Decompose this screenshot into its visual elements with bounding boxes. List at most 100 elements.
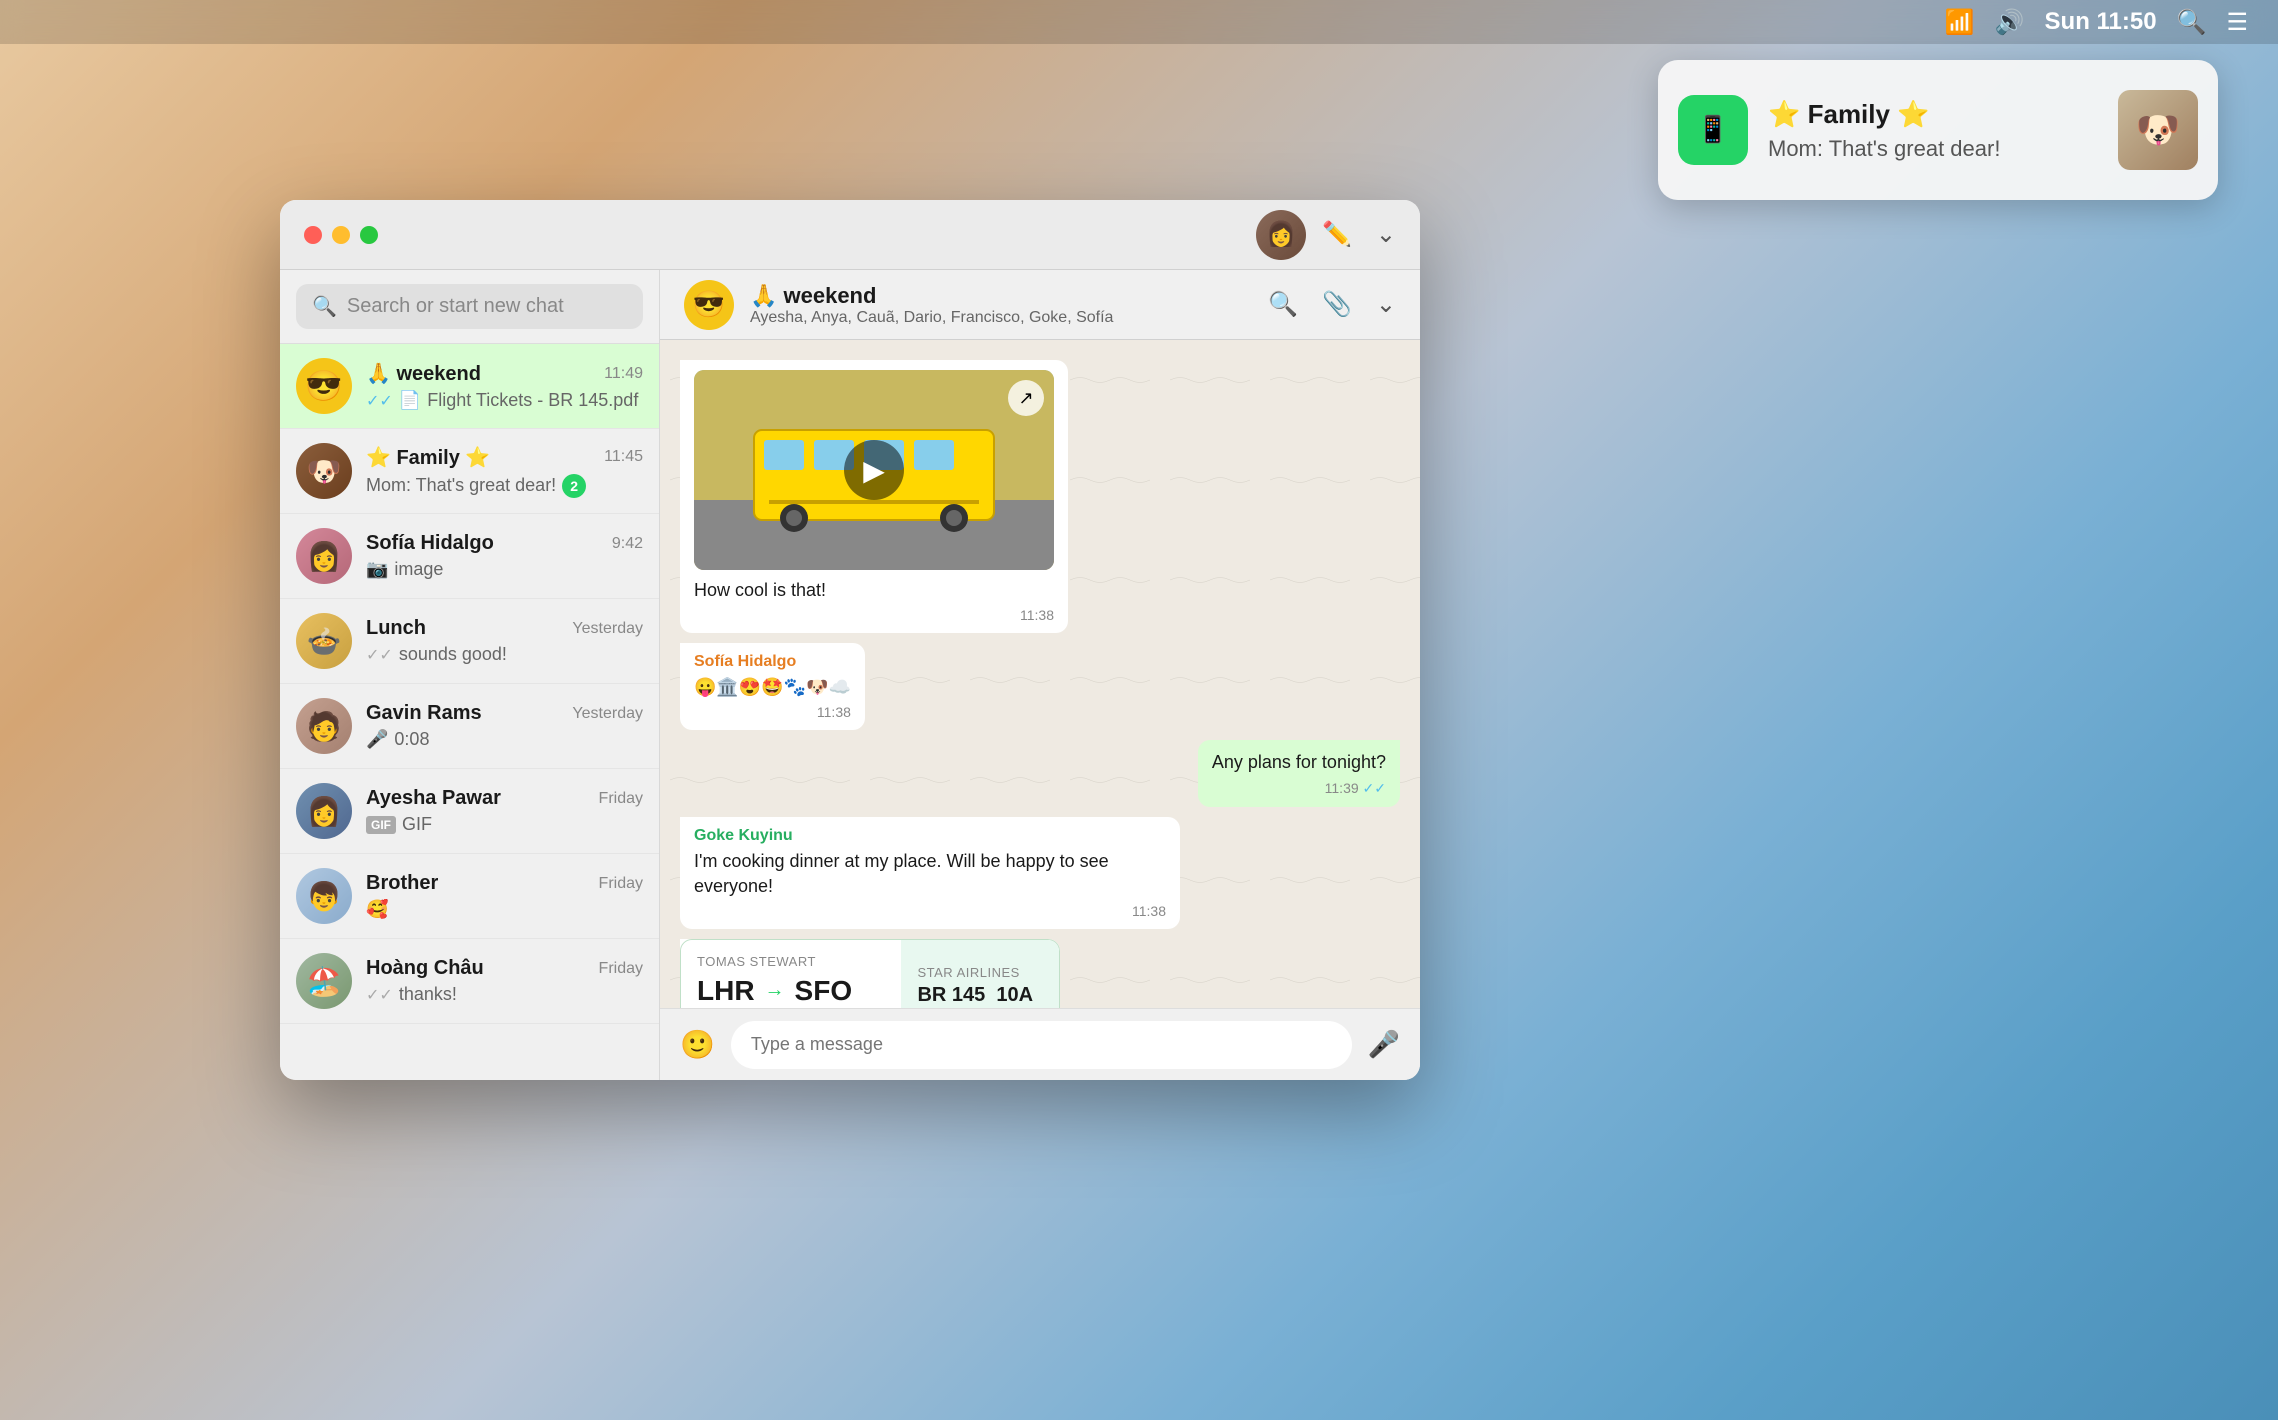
chat-time-ayesha: Friday [599,790,643,808]
message-outgoing: Any plans for tonight? 11:39 ✓✓ [680,740,1400,806]
chat-preview-weekend: ✓✓ 📄 Flight Tickets - BR 145.pdf [366,390,643,411]
sofia-sender: Sofía Hidalgo [694,653,851,671]
chat-header-info: 🙏 weekend Ayesha, Anya, Cauã, Dario, Fra… [750,283,1252,327]
video-time: 11:38 [694,607,1054,623]
goke-sender: Goke Kuyinu [694,827,1166,845]
chat-preview-family: Mom: That's great dear! 2 [366,474,643,498]
sofia-text: 😛🏛️😍🤩🐾🐶☁️ [694,675,851,700]
search-input-wrap[interactable]: 🔍 Search or start new chat [296,284,643,329]
notification-body: Mom: That's great dear! [1768,136,2098,162]
chat-info-sofia: Sofía Hidalgo 9:42 📷 image [366,532,643,580]
menubar-right: 📶 🔊 Sun 11:50 🔍 ☰ [1945,8,2248,37]
mic-icon: 🎤 [366,729,388,750]
sent-check-icon: ✓✓ [1363,780,1386,796]
menu-icon[interactable]: ☰ [2226,8,2248,37]
main-content: 🔍 Search or start new chat 😎 🙏 weekend 1… [280,270,1420,1080]
notification-image: 🐶 [2118,90,2198,170]
more-options-icon[interactable]: ⌄ [1376,290,1396,319]
minimize-button[interactable] [332,226,350,244]
compose-icon[interactable]: ✏️ [1322,220,1352,249]
video-thumbnail[interactable]: ▶ ↗ [694,370,1054,570]
chat-preview-hoang: ✓✓ thanks! [366,984,643,1005]
play-button[interactable]: ▶ [844,440,904,500]
ticket-airline: STAR AIRLINES [917,965,1019,980]
notification-title: ⭐ Family ⭐ [1768,99,2098,130]
chat-search-icon[interactable]: 🔍 [1268,290,1298,319]
preview-text-weekend: Flight Tickets - BR 145.pdf [427,390,638,411]
message-goke: Goke Kuyinu I'm cooking dinner at my pla… [680,817,1400,929]
ticket-bubble: TOMAS STEWART LHR → SFO 11:50 9:40 [680,939,1060,1008]
chat-info-lunch: Lunch Yesterday ✓✓ sounds good! [366,617,643,665]
volume-icon: 🔊 [1995,8,2025,37]
search-input[interactable]: Search or start new chat [347,295,564,318]
search-icon: 🔍 [312,294,337,319]
avatar-gavin: 🧑 [296,698,352,754]
chat-info-family: ⭐ Family ⭐ 11:45 Mom: That's great dear!… [366,445,643,498]
message-input[interactable] [731,1021,1352,1069]
chat-info-gavin: Gavin Rams Yesterday 🎤 0:08 [366,702,643,750]
preview-text-lunch: sounds good! [399,644,507,665]
outgoing-time: 11:39 ✓✓ [1212,780,1386,797]
menubar: 📶 🔊 Sun 11:50 🔍 ☰ [0,0,2278,44]
chat-time-weekend: 11:49 [604,365,643,383]
chat-item-sofia[interactable]: 👩 Sofía Hidalgo 9:42 📷 image [280,514,659,599]
chat-name-weekend: 🙏 weekend [366,361,481,386]
attachment-icon[interactable]: 📎 [1322,290,1352,319]
chat-header-name: 🙏 weekend [750,283,1252,309]
microphone-button[interactable]: 🎤 [1368,1029,1400,1060]
chat-item-family[interactable]: 🐶 ⭐ Family ⭐ 11:45 Mom: That's great dea… [280,429,659,514]
ticket-from: LHR [697,975,755,1007]
chat-time-family: 11:45 [604,448,643,466]
share-button[interactable]: ↗ [1008,380,1044,416]
sofia-time: 11:38 [694,704,851,720]
chat-item-hoang[interactable]: 🏖️ Hoàng Châu Friday ✓✓ thanks! [280,939,659,1024]
svg-text:📱: 📱 [1697,114,1729,144]
unread-badge-family: 2 [562,474,586,498]
double-check-gray-icon: ✓✓ [366,645,393,665]
chat-panel: 😎 🙏 weekend Ayesha, Anya, Cauã, Dario, F… [660,270,1420,1080]
chat-preview-ayesha: GIF GIF [366,814,643,835]
traffic-lights [304,226,378,244]
chat-item-weekend[interactable]: 😎 🙏 weekend 11:49 ✓✓ 📄 Flight Tickets - … [280,344,659,429]
avatar-lunch: 🍲 [296,613,352,669]
emoji-button[interactable]: 🙂 [680,1028,715,1061]
camera-icon: 📷 [366,559,388,580]
search-menu-icon[interactable]: 🔍 [2177,8,2207,37]
ticket-route: LHR → SFO [697,975,885,1007]
chat-item-brother[interactable]: 👦 Brother Friday 🥰 [280,854,659,939]
goke-bubble: Goke Kuyinu I'm cooking dinner at my pla… [680,817,1180,929]
chat-item-gavin[interactable]: 🧑 Gavin Rams Yesterday 🎤 0:08 [280,684,659,769]
goke-text: I'm cooking dinner at my place. Will be … [694,849,1166,899]
chat-header-members: Ayesha, Anya, Cauã, Dario, Francisco, Go… [750,309,1252,327]
fullscreen-button[interactable] [360,226,378,244]
chat-time-sofia: 9:42 [612,535,643,553]
chat-preview-lunch: ✓✓ sounds good! [366,644,643,665]
chat-item-ayesha[interactable]: 👩 Ayesha Pawar Friday GIF GIF [280,769,659,854]
titlebar-icons: ✏️ ⌄ [1322,220,1396,249]
notification-app-icon: 📱 [1678,95,1748,165]
notification-content: ⭐ Family ⭐ Mom: That's great dear! [1768,99,2098,162]
messages-area: ▶ ↗ How cool is that! 11:38 Sofía Hidalg… [660,340,1420,1008]
notification-banner[interactable]: 📱 ⭐ Family ⭐ Mom: That's great dear! 🐶 [1658,60,2218,200]
avatar-weekend: 😎 [296,358,352,414]
double-check-icon: ✓✓ [366,391,393,411]
chat-header-avatar: 😎 [684,280,734,330]
chat-preview-sofia: 📷 image [366,559,643,580]
chat-header: 😎 🙏 weekend Ayesha, Anya, Cauã, Dario, F… [660,270,1420,340]
chat-time-brother: Friday [599,875,643,893]
outgoing-bubble: Any plans for tonight? 11:39 ✓✓ [1198,740,1400,806]
app-window: 👩 ✏️ ⌄ 🔍 Search or start new chat 😎 [280,200,1420,1080]
chat-info-weekend: 🙏 weekend 11:49 ✓✓ 📄 Flight Tickets - BR… [366,361,643,411]
chat-item-lunch[interactable]: 🍲 Lunch Yesterday ✓✓ sounds good! [280,599,659,684]
avatar-hoang: 🏖️ [296,953,352,1009]
close-button[interactable] [304,226,322,244]
chat-name-sofia: Sofía Hidalgo [366,532,494,555]
user-avatar: 👩 [1256,210,1306,260]
chevron-down-icon[interactable]: ⌄ [1376,220,1396,249]
chat-info-brother: Brother Friday 🥰 [366,872,643,920]
outgoing-text: Any plans for tonight? [1212,750,1386,775]
file-icon: 📄 [399,390,421,411]
ticket-arrow: → [765,979,785,1002]
titlebar: 👩 ✏️ ⌄ [280,200,1420,270]
preview-text-gavin: 0:08 [394,729,429,750]
